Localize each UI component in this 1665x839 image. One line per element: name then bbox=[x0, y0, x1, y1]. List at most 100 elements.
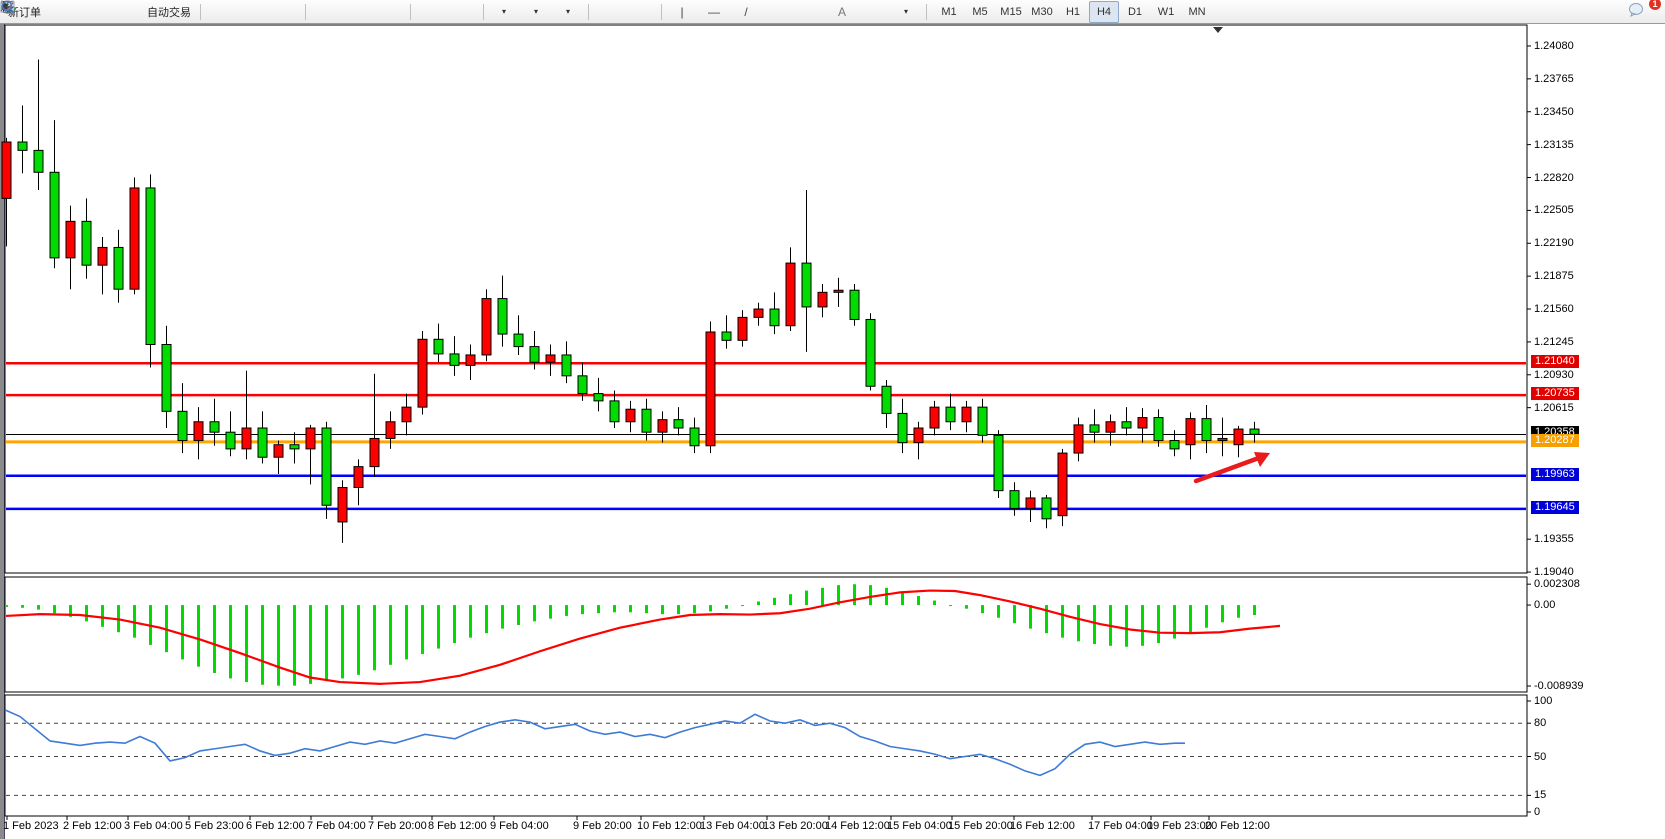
chart-canvas[interactable] bbox=[0, 0, 1665, 839]
candlestick bbox=[994, 435, 1003, 490]
candlestick bbox=[754, 309, 763, 317]
macd-histogram-bar bbox=[21, 605, 24, 608]
macd-histogram-bar bbox=[949, 605, 952, 606]
candlestick bbox=[1250, 429, 1259, 434]
candlestick bbox=[818, 292, 827, 307]
candlestick bbox=[290, 445, 299, 449]
candlestick bbox=[1138, 418, 1147, 428]
candlestick bbox=[866, 319, 875, 386]
macd-histogram-bar bbox=[1061, 605, 1064, 638]
candlestick bbox=[1090, 425, 1099, 432]
macd-tick-label: -0.008939 bbox=[1534, 680, 1584, 692]
macd-histogram-bar bbox=[597, 605, 600, 613]
macd-histogram-bar bbox=[37, 605, 40, 610]
candlestick bbox=[322, 428, 331, 505]
macd-histogram-bar bbox=[261, 605, 264, 685]
price-tick-label: 1.19040 bbox=[1534, 566, 1574, 578]
macd-histogram-bar bbox=[245, 605, 248, 682]
candlestick bbox=[258, 428, 267, 457]
macd-histogram-bar bbox=[197, 605, 200, 667]
date-tick-label: 7 Feb 04:00 bbox=[307, 820, 366, 832]
candlestick bbox=[898, 413, 907, 442]
macd-histogram-bar bbox=[725, 605, 728, 609]
candlestick bbox=[834, 290, 843, 292]
candlestick bbox=[626, 409, 635, 422]
rsi-tick-label: 0 bbox=[1534, 806, 1540, 818]
candlestick bbox=[338, 488, 347, 522]
candlestick bbox=[370, 438, 379, 466]
price-tick-label: 1.24080 bbox=[1534, 40, 1574, 52]
macd-histogram-bar bbox=[805, 591, 808, 605]
macd-histogram-bar bbox=[1125, 605, 1128, 647]
price-level-badge: 1.20735 bbox=[1531, 387, 1579, 400]
candlestick bbox=[882, 386, 891, 413]
candlestick bbox=[98, 247, 107, 265]
macd-histogram-bar bbox=[581, 605, 584, 614]
macd-histogram-bar bbox=[341, 605, 344, 678]
macd-histogram-bar bbox=[661, 605, 664, 614]
macd-histogram-bar bbox=[1077, 605, 1080, 641]
macd-histogram-bar bbox=[1221, 605, 1224, 622]
candlestick bbox=[1122, 422, 1131, 428]
macd-histogram-bar bbox=[709, 605, 712, 611]
date-tick-label: 13 Feb 04:00 bbox=[700, 820, 765, 832]
macd-tick-label: 0.002308 bbox=[1534, 578, 1580, 590]
candlestick bbox=[594, 394, 603, 401]
date-tick-label: 14 Feb 12:00 bbox=[825, 820, 890, 832]
rsi-panel bbox=[5, 695, 1527, 816]
macd-histogram-bar bbox=[901, 591, 904, 605]
candlestick bbox=[658, 420, 667, 433]
price-tick-label: 1.22505 bbox=[1534, 204, 1574, 216]
macd-histogram-bar bbox=[645, 605, 648, 613]
date-tick-label: 15 Feb 04:00 bbox=[887, 820, 952, 832]
candlestick bbox=[498, 299, 507, 334]
macd-histogram-bar bbox=[917, 596, 920, 605]
macd-histogram-bar bbox=[421, 605, 424, 654]
candlestick bbox=[50, 172, 59, 258]
price-tick-label: 1.23135 bbox=[1534, 139, 1574, 151]
macd-histogram-bar bbox=[965, 605, 968, 609]
macd-histogram-bar bbox=[1141, 605, 1144, 646]
candlestick bbox=[1106, 422, 1115, 432]
candlestick bbox=[786, 263, 795, 326]
date-tick-label: 20 Feb 12:00 bbox=[1205, 820, 1270, 832]
price-tick-label: 1.21875 bbox=[1534, 270, 1574, 282]
macd-histogram-bar bbox=[821, 588, 824, 605]
candlestick bbox=[850, 290, 859, 319]
candlestick bbox=[914, 428, 923, 443]
macd-histogram-bar bbox=[101, 605, 104, 627]
date-tick-label: 2 Feb 12:00 bbox=[63, 820, 122, 832]
macd-histogram-bar bbox=[229, 605, 232, 678]
date-tick-label: 9 Feb 04:00 bbox=[490, 820, 549, 832]
candlestick bbox=[578, 376, 587, 394]
candlestick bbox=[194, 422, 203, 441]
candlestick bbox=[946, 407, 955, 422]
candlestick bbox=[274, 445, 283, 458]
macd-histogram-bar bbox=[1205, 605, 1208, 628]
macd-tick-label: 0.00 bbox=[1534, 599, 1555, 611]
macd-histogram-bar bbox=[533, 605, 536, 621]
macd-histogram-bar bbox=[485, 605, 488, 633]
candlestick bbox=[1202, 419, 1211, 441]
candlestick bbox=[530, 347, 539, 363]
candlestick bbox=[1010, 491, 1019, 509]
candlestick bbox=[978, 407, 987, 435]
candlestick bbox=[466, 355, 475, 365]
candlestick bbox=[802, 263, 811, 307]
macd-histogram-bar bbox=[325, 605, 328, 681]
candlestick bbox=[162, 345, 171, 412]
macd-histogram-bar bbox=[373, 605, 376, 670]
candlestick bbox=[1154, 418, 1163, 441]
candlestick bbox=[738, 317, 747, 340]
macd-histogram-bar bbox=[981, 605, 984, 613]
price-tick-label: 1.20615 bbox=[1534, 402, 1574, 414]
candlestick bbox=[610, 401, 619, 422]
macd-histogram-bar bbox=[1157, 605, 1160, 643]
macd-histogram-bar bbox=[309, 605, 312, 684]
candlestick bbox=[34, 150, 43, 172]
date-tick-label: 16 Feb 12:00 bbox=[1010, 820, 1075, 832]
price-tick-label: 1.21245 bbox=[1534, 336, 1574, 348]
application-window: 新订单 自动交易 bbox=[0, 0, 1665, 839]
macd-histogram-bar bbox=[469, 605, 472, 638]
candlestick bbox=[1170, 441, 1179, 449]
